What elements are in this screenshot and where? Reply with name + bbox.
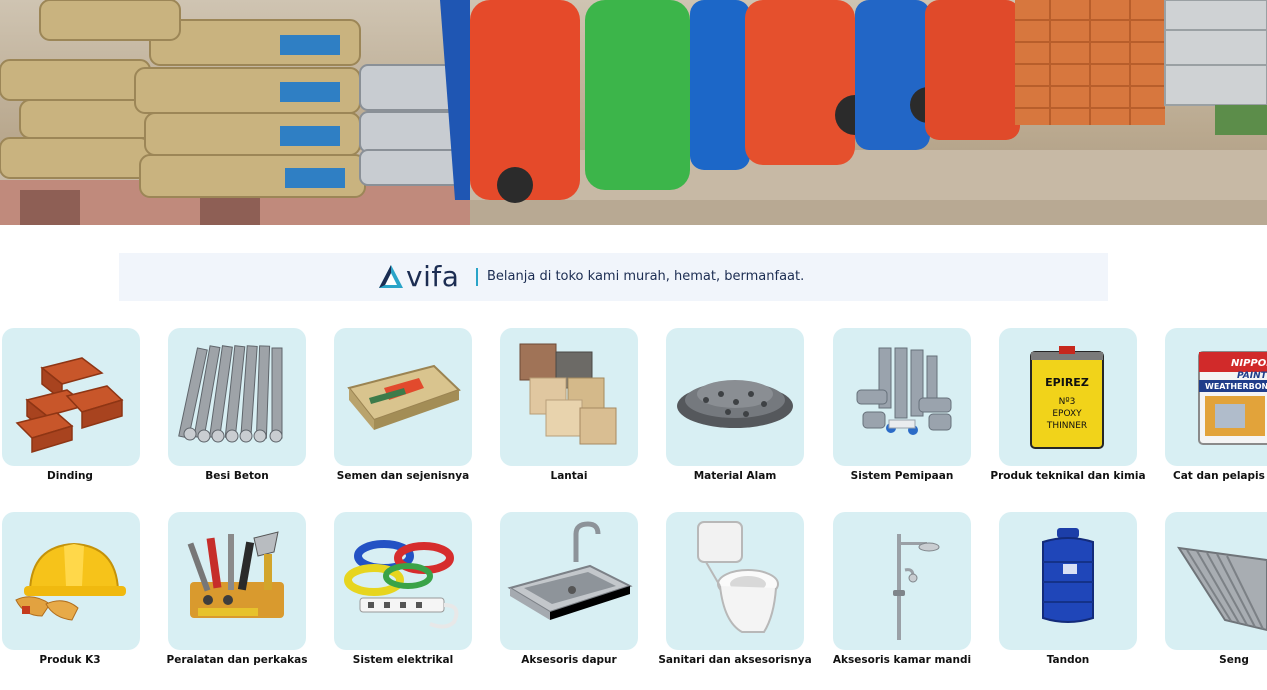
category-label-sanitari[interactable]: Sanitari dan aksesorisnya — [652, 654, 818, 666]
category-label-dinding[interactable]: Dinding — [0, 470, 153, 482]
kitchen-sink-icon — [507, 521, 633, 620]
category-tile-sanitari[interactable] — [666, 512, 804, 650]
category-label-lantai[interactable]: Lantai — [486, 470, 652, 482]
paint-brand-2-text: PAINT — [1237, 371, 1267, 381]
pipes-icon — [856, 347, 952, 435]
category-label-sistem-pemipaan[interactable]: Sistem Pemipaan — [819, 470, 985, 482]
category-label-peralatan[interactable]: Peralatan dan perkakas — [154, 654, 320, 666]
category-tile-material-alam[interactable] — [666, 328, 804, 466]
vifa-triangle-icon — [379, 265, 403, 288]
banner-divider — [476, 268, 478, 286]
category-tile-tandon[interactable] — [999, 512, 1137, 650]
category-label-cat-dan-pelapis[interactable]: Cat dan pelapis dinding — [1151, 470, 1267, 482]
bricks-icon — [15, 357, 124, 454]
floor-tiles-icon — [519, 343, 617, 445]
category-tile-aksesoris-dapur[interactable] — [500, 512, 638, 650]
epoxy-brand-text: EPIREZ — [1045, 376, 1089, 389]
category-label-sistem-elektrikal[interactable]: Sistem elektrikal — [320, 654, 486, 666]
category-label-produk-k3[interactable]: Produk K3 — [0, 654, 153, 666]
category-tile-sistem-pemipaan[interactable] — [833, 328, 971, 466]
category-label-aksesoris-kamar-mandi[interactable]: Aksesoris kamar mandi — [819, 654, 985, 666]
paint-product-text: WEATHERBOND — [1205, 382, 1267, 391]
tools-icon — [187, 531, 284, 618]
category-label-tandon[interactable]: Tandon — [985, 654, 1151, 666]
hero-photo — [0, 0, 1267, 225]
paint-bucket-icon: NIPPON PAINT WEATHERBOND — [1198, 351, 1267, 445]
category-tile-peralatan[interactable] — [168, 512, 306, 650]
category-label-seng[interactable]: Seng — [1151, 654, 1267, 666]
category-tile-produk-teknikal[interactable]: EPIREZ Nº3 EPOXY THINNER — [999, 328, 1137, 466]
category-label-aksesoris-dapur[interactable]: Aksesoris dapur — [486, 654, 652, 666]
category-label-material-alam[interactable]: Material Alam — [652, 470, 818, 482]
epoxy-line2-text: EPOXY — [1052, 409, 1082, 419]
brand-tagline: Belanja di toko kami murah, hemat, berma… — [487, 269, 805, 284]
category-tile-produk-k3[interactable] — [2, 512, 140, 650]
paint-brand-1-text: NIPPON — [1231, 358, 1267, 369]
category-tile-aksesoris-kamar-mandi[interactable] — [833, 512, 971, 650]
electrical-cables-icon — [344, 540, 459, 629]
epoxy-line1-text: Nº3 — [1059, 397, 1076, 407]
category-label-produk-teknikal[interactable]: Produk teknikal dan kimia — [985, 470, 1151, 482]
category-tile-lantai[interactable] — [500, 328, 638, 466]
category-label-besi-beton[interactable]: Besi Beton — [154, 470, 320, 482]
hero-banner-image — [0, 0, 1267, 225]
steel-rebar-icon — [178, 345, 283, 443]
logo-text: vifa — [406, 260, 460, 293]
toilet-icon — [697, 521, 779, 633]
category-tile-cat-dan-pelapis[interactable]: NIPPON PAINT WEATHERBOND — [1165, 328, 1267, 466]
zinc-sheet-icon — [1176, 546, 1267, 632]
category-tile-dinding[interactable] — [2, 328, 140, 466]
gravel-icon — [677, 380, 793, 428]
category-tile-sistem-elektrikal[interactable] — [334, 512, 472, 650]
cement-bag-icon — [347, 364, 461, 430]
water-tank-icon — [1042, 528, 1094, 623]
safety-helmet-icon — [15, 542, 126, 621]
epoxy-line3-text: THINNER — [1046, 421, 1087, 431]
category-tile-semen[interactable] — [334, 328, 472, 466]
vifa-logo[interactable]: vifa — [378, 262, 459, 292]
category-label-semen[interactable]: Semen dan sejenisnya — [320, 470, 486, 482]
thinner-can-icon: EPIREZ Nº3 EPOXY THINNER — [1030, 346, 1104, 449]
category-tile-seng[interactable] — [1165, 512, 1267, 650]
shower-icon — [893, 534, 940, 640]
category-tile-besi-beton[interactable] — [168, 328, 306, 466]
